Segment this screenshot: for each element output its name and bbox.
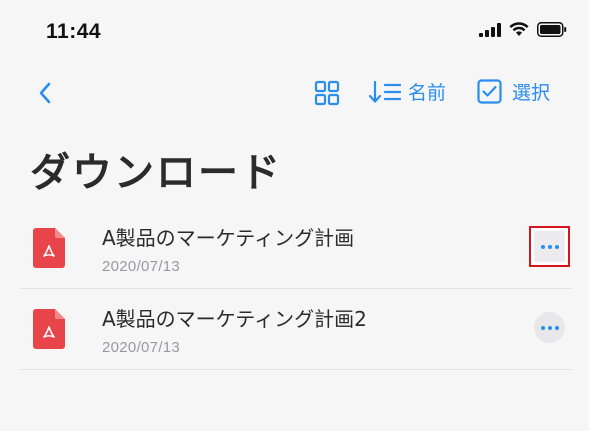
sort-descending-icon xyxy=(368,80,402,103)
file-date: 2020/07/13 xyxy=(102,339,181,356)
file-name: A製品のマーケティング計画 xyxy=(102,226,355,250)
status-icons xyxy=(479,22,567,37)
file-name: A製品のマーケティング計画2 xyxy=(102,307,367,331)
page-title: ダウンロード xyxy=(30,150,282,196)
grid-view-button[interactable] xyxy=(314,80,340,106)
nav-bar: 名前 選択 xyxy=(0,70,589,116)
file-list: A製品のマーケティング計画 2020/07/13 A製品のマーケティング計画2 … xyxy=(20,208,572,370)
pdf-file-icon xyxy=(33,228,65,268)
pdf-file-icon xyxy=(33,309,65,349)
file-row[interactable]: A製品のマーケティング計画2 2020/07/13 xyxy=(20,289,572,370)
signal-icon xyxy=(479,22,501,37)
checkbox-icon xyxy=(477,79,502,104)
more-options-button[interactable] xyxy=(534,231,565,262)
sort-label: 名前 xyxy=(408,82,447,104)
select-label: 選択 xyxy=(512,82,551,104)
wifi-icon xyxy=(509,22,529,36)
battery-icon xyxy=(537,22,567,37)
select-button[interactable]: 選択 xyxy=(477,78,550,105)
sort-button[interactable]: 名前 xyxy=(368,78,446,105)
grid-view-icon xyxy=(314,80,340,106)
file-row[interactable]: A製品のマーケティング計画 2020/07/13 xyxy=(20,208,572,289)
status-time: 11:44 xyxy=(46,20,102,43)
more-options-button[interactable] xyxy=(534,312,565,343)
status-bar: 11:44 xyxy=(0,0,589,66)
ellipsis-icon xyxy=(540,325,559,330)
ellipsis-icon xyxy=(540,244,559,249)
files-screen: 11:44 名前 選択 ダウンロード A製品のマーケティング計画 2020/07… xyxy=(0,0,589,431)
back-button[interactable] xyxy=(30,78,60,108)
chevron-left-icon xyxy=(39,82,51,104)
file-date: 2020/07/13 xyxy=(102,258,181,275)
